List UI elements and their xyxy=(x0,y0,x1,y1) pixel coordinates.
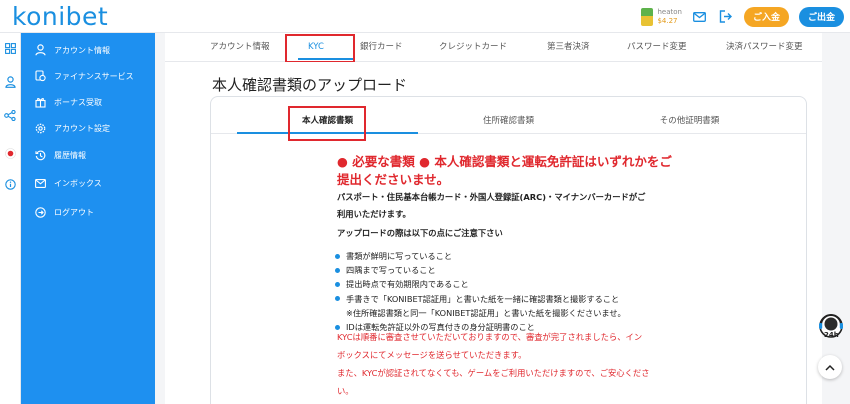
tab-credit-card[interactable]: クレジットカード xyxy=(439,33,507,61)
sidebar-item-bonus[interactable]: ボーナス受取 xyxy=(35,94,102,110)
sidebar-item-logout[interactable]: ログアウト xyxy=(35,204,94,220)
upload-card: 本人確認書類 住所確認書類 その他証明書類 ● 必要な書類 ● 本人確認書類と運… xyxy=(210,96,807,404)
required-documents-heading: ● 必要な書類 ● 本人確認書類と運転免許証はいずれかをご 提出くださいませ。 xyxy=(337,154,672,187)
sidebar-item-label: アカウント情報 xyxy=(54,45,110,55)
bullet-dot xyxy=(335,282,340,287)
list-item-note: ※住所確認書類と同一「KONIBET認証用」と書いた紙を撮影くださいませ。 xyxy=(346,307,626,318)
support-24h-badge[interactable]: 24h xyxy=(816,312,846,342)
support-label: 24h xyxy=(824,331,839,339)
icon-rail xyxy=(0,33,21,404)
page-title: 本人確認書類のアップロード xyxy=(212,76,408,94)
list-item: 四隅まで写っていること xyxy=(335,263,626,277)
scroll-to-top-button[interactable] xyxy=(818,355,842,379)
kyc-tab-highlight xyxy=(285,34,355,63)
sidebar-item-settings[interactable]: アカウント設定 xyxy=(35,120,110,136)
history-icon xyxy=(35,150,46,160)
bullet-dot xyxy=(335,253,340,259)
bullet-dot xyxy=(335,296,340,302)
bullet-dot xyxy=(335,267,340,273)
accepted-documents-text: パスポート・住民基本台帳カード・外国人登録証(ARC)・マイナンバーカードがご … xyxy=(337,192,646,219)
jp-flag-icon[interactable] xyxy=(2,145,18,161)
sidebar-item-finance[interactable]: ファイナンスサービス xyxy=(35,68,134,84)
sidebar-item-label: ボーナス受取 xyxy=(54,97,102,107)
withdraw-button[interactable]: ご出金 xyxy=(798,6,844,27)
sidebar-item-label: 履歴情報 xyxy=(54,150,86,160)
list-item: 手書きで「KONIBET認証用」と書いた紙を一緒に確認書類と撮影すること xyxy=(335,292,626,306)
deposit-button[interactable]: ご入金 xyxy=(743,6,789,27)
info-icon[interactable] xyxy=(2,176,18,192)
tab-third-party-payment[interactable]: 第三者決済 xyxy=(547,33,590,61)
upload-notes-list: 書類が鮮明に写っていること 四隅まで写っていること 提出時点で有効期限内であるこ… xyxy=(335,249,626,334)
user-icon xyxy=(35,44,46,56)
identity-subtab-highlight xyxy=(288,106,366,141)
tab-bank-card[interactable]: 銀行カード xyxy=(360,33,403,61)
gear-icon xyxy=(35,123,46,133)
list-item: 書類が鮮明に写っていること xyxy=(335,249,626,263)
logout-icon[interactable] xyxy=(718,9,734,25)
account-tabs: アカウント情報 KYC 銀行カード クレジットカード 第三者決済 パスワード変更… xyxy=(165,33,822,62)
tab-payment-password-change[interactable]: 決済パスワード変更 xyxy=(726,33,803,61)
sidebar-item-label: アカウント設定 xyxy=(54,123,110,133)
konibet-logo[interactable]: konibet xyxy=(12,3,108,30)
tab-account-info[interactable]: アカウント情報 xyxy=(210,33,270,61)
finance-icon xyxy=(35,70,46,82)
mail-icon xyxy=(35,178,46,188)
sidebar-item-account-info[interactable]: アカウント情報 xyxy=(35,42,110,58)
user-balance: $4.27 xyxy=(657,16,678,25)
chevron-up-icon xyxy=(825,364,835,371)
avatar xyxy=(641,7,654,26)
mail-icon[interactable] xyxy=(692,9,708,25)
user-info[interactable]: heaton $4.27 xyxy=(641,7,682,26)
sidebar-item-inbox[interactable]: インボックス xyxy=(35,175,102,191)
subtab-address-document[interactable]: 住所確認書類 xyxy=(418,113,599,129)
tab-password-change[interactable]: パスワード変更 xyxy=(627,33,687,61)
sidebar: アカウント情報 ファイナンスサービス ボーナス受取 アカウント設定 履歴情報 イ… xyxy=(21,33,155,404)
user-icon[interactable] xyxy=(2,74,18,90)
header-actions: heaton $4.27 ご入金 ご出金 xyxy=(641,5,844,28)
main-area: アカウント情報 KYC 銀行カード クレジットカード 第三者決済 パスワード変更… xyxy=(155,33,850,404)
sidebar-item-label: ログアウト xyxy=(54,207,94,217)
user-name: heaton xyxy=(657,7,682,16)
sidebar-item-label: ファイナンスサービス xyxy=(54,71,134,81)
grid-icon[interactable] xyxy=(2,40,18,56)
sidebar-item-history[interactable]: 履歴情報 xyxy=(35,147,86,163)
kyc-review-notice: KYCは順番に審査させていただいておりますので、審査が完了されましたら、イン ボ… xyxy=(337,332,650,396)
top-bar: konibet heaton $4.27 ご入金 ご出金 xyxy=(0,0,850,33)
sidebar-item-label: インボックス xyxy=(54,178,102,188)
kyc-content: 本人確認書類のアップロード 本人確認書類 住所確認書類 その他証明書類 ● 必要… xyxy=(165,62,822,404)
bonus-icon xyxy=(35,98,46,108)
logout-icon xyxy=(35,206,46,218)
share-icon[interactable] xyxy=(2,107,18,123)
notes-heading: アップロードの際は以下の点にご注意下さい xyxy=(337,228,503,238)
list-item: 提出時点で有効期限内であること xyxy=(335,277,626,291)
subtab-other-document[interactable]: その他証明書類 xyxy=(599,113,780,129)
